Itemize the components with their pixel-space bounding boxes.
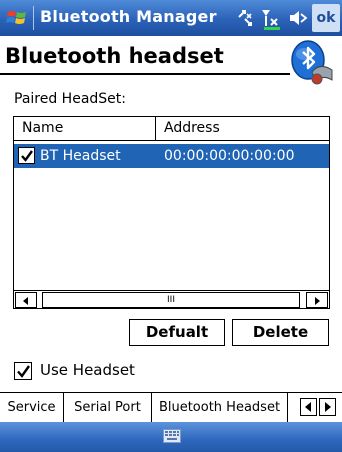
paired-headset-label: Paired HeadSet: <box>14 91 126 107</box>
paired-headset-list[interactable]: Name Address BT Headset 00:00:00:00:00:0… <box>13 116 330 309</box>
use-headset-checkbox[interactable] <box>14 362 32 380</box>
horizontal-scrollbar[interactable]: III <box>14 290 329 308</box>
bottom-menu-bar <box>0 422 342 452</box>
tab-service[interactable]: Service <box>0 393 64 422</box>
scroll-thumb[interactable]: III <box>42 292 300 308</box>
bluetooth-headset-icon <box>291 40 333 85</box>
title-separator <box>33 6 34 30</box>
use-headset-label[interactable]: Use Headset <box>40 361 135 379</box>
keyboard-icon[interactable] <box>163 429 181 443</box>
tab-bluetooth-headset[interactable]: Bluetooth Headset <box>152 393 288 422</box>
header-divider <box>0 73 290 75</box>
volume-icon[interactable] <box>288 8 308 28</box>
windows-start-icon[interactable] <box>6 7 28 29</box>
signal-icon[interactable] <box>260 8 282 30</box>
scroll-right-button[interactable] <box>306 292 328 308</box>
connectivity-icon[interactable] <box>236 8 254 28</box>
arrow-right-icon <box>325 402 331 412</box>
checkmark-icon <box>21 150 33 162</box>
column-header-address[interactable]: Address <box>156 117 329 140</box>
tab-scroll-left-button[interactable] <box>300 398 317 416</box>
arrow-right-icon <box>315 297 320 305</box>
scroll-left-button[interactable] <box>15 292 37 308</box>
checkmark-icon <box>17 365 30 378</box>
list-header: Name Address <box>14 117 329 141</box>
page-title: Bluetooth headset <box>5 44 224 68</box>
column-header-name[interactable]: Name <box>14 117 156 140</box>
row-checkbox[interactable] <box>18 147 35 164</box>
title-bar: Bluetooth Manager ok <box>0 0 342 36</box>
tab-scroll-right-button[interactable] <box>319 398 336 416</box>
delete-button[interactable]: Delete <box>232 319 329 346</box>
arrow-left-icon <box>305 402 311 412</box>
row-address: 00:00:00:00:00:00 <box>164 148 295 164</box>
tab-bar: Service Serial Port Bluetooth Headset <box>0 392 342 422</box>
default-button[interactable]: Defualt <box>129 319 225 346</box>
list-item[interactable]: BT Headset 00:00:00:00:00:00 <box>14 144 329 168</box>
ok-button[interactable]: ok <box>312 4 340 32</box>
row-name: BT Headset <box>40 148 121 164</box>
arrow-left-icon <box>23 297 28 305</box>
app-title: Bluetooth Manager <box>40 7 217 26</box>
tab-serial-port[interactable]: Serial Port <box>64 393 152 422</box>
